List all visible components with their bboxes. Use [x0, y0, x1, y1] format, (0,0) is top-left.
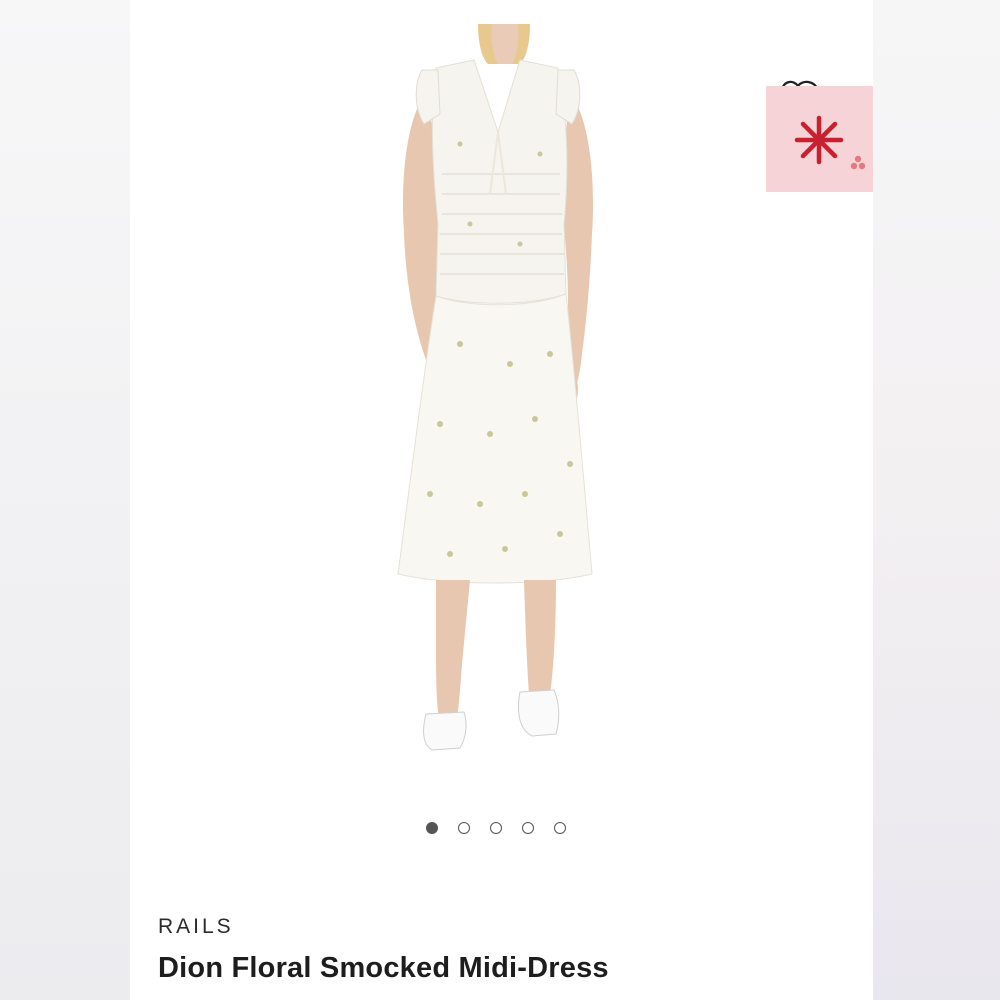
save-badge[interactable]: [766, 86, 873, 192]
background-right: [873, 0, 1000, 1000]
right-sandal: [518, 689, 560, 737]
sleeve-ruffle-right: [555, 69, 581, 125]
carousel-dot-3[interactable]: [490, 822, 502, 834]
dress-bodice: [431, 59, 568, 304]
product-image[interactable]: [370, 24, 630, 764]
dots-icon: [850, 155, 866, 170]
background-left: [0, 0, 130, 1000]
product-card: RAILS Dion Floral Smocked Midi-Dress: [130, 0, 873, 1000]
carousel-dot-2[interactable]: [458, 822, 470, 834]
product-title: Dion Floral Smocked Midi-Dress: [158, 952, 609, 984]
carousel-dot-1[interactable]: [426, 822, 438, 834]
carousel-dot-4[interactable]: [522, 822, 534, 834]
left-sandal: [423, 711, 467, 751]
sleeve-ruffle-left: [415, 69, 441, 125]
neck: [491, 24, 519, 64]
brand-name[interactable]: RAILS: [158, 915, 234, 939]
left-leg: [436, 580, 470, 726]
asterisk-icon: [794, 115, 866, 170]
carousel-dots: [426, 822, 566, 834]
carousel-dot-5[interactable]: [554, 822, 566, 834]
